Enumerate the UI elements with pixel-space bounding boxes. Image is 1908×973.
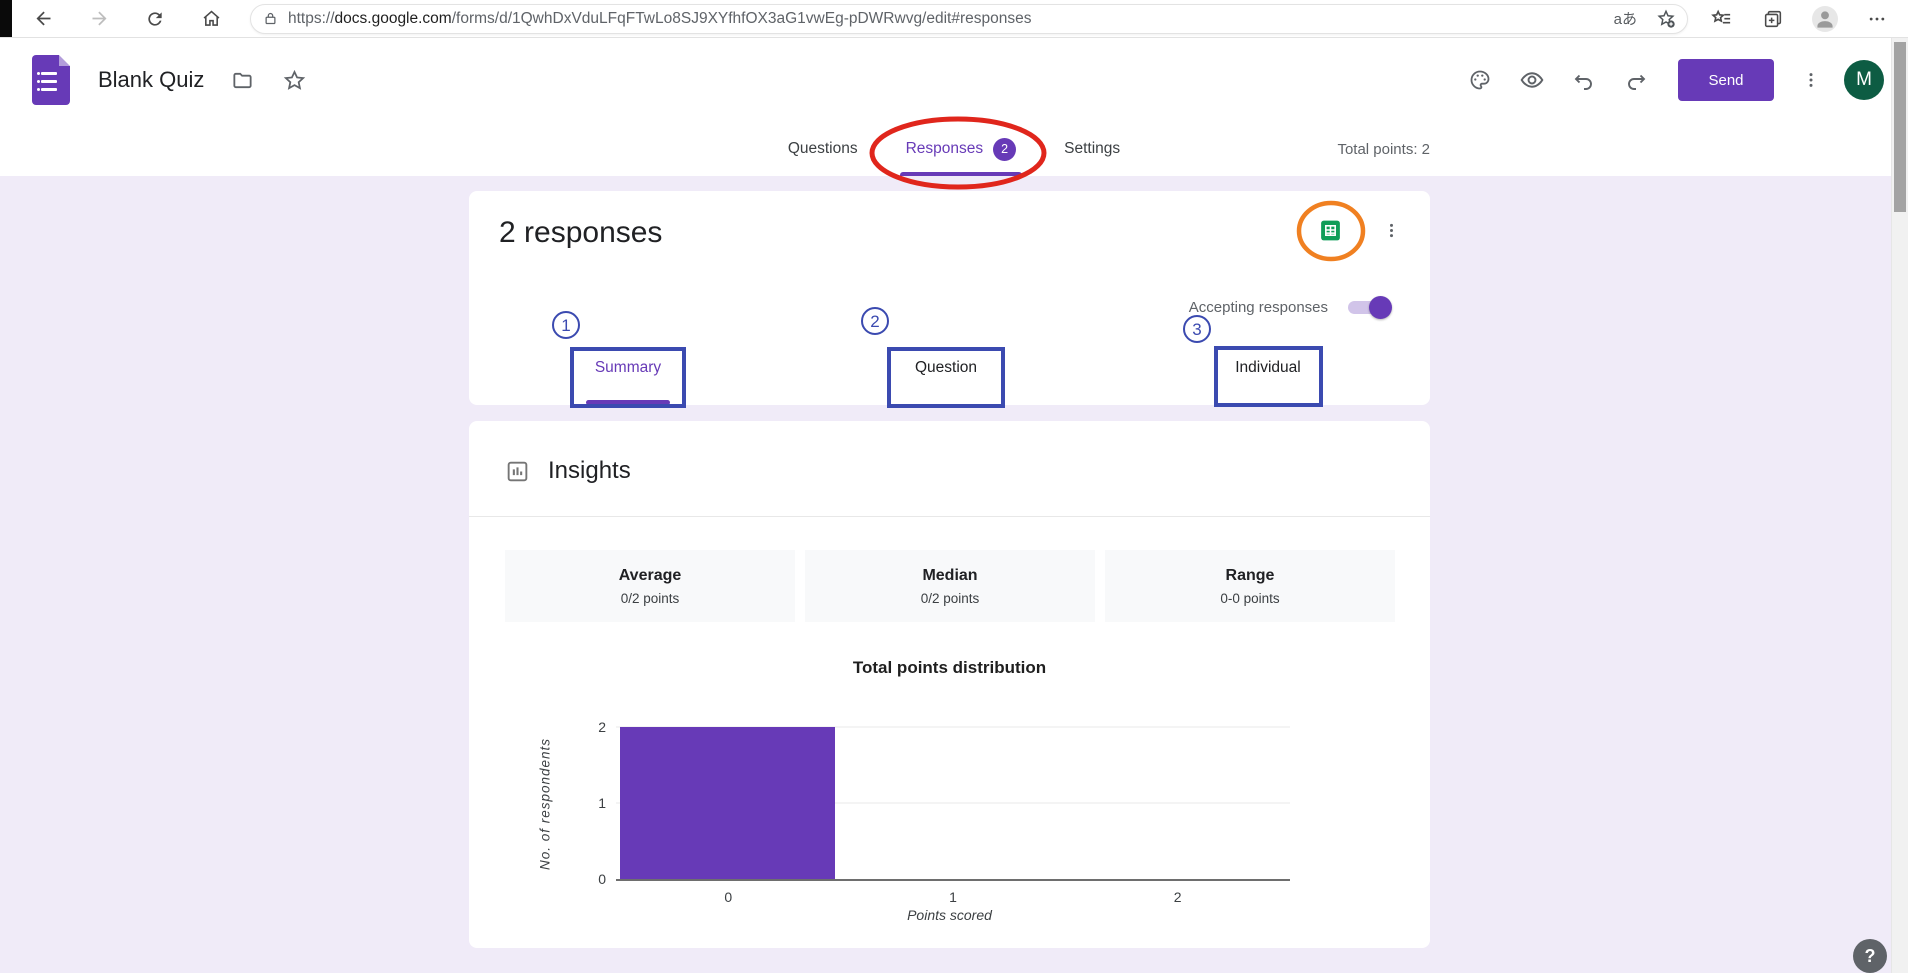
chart-x-axis-label: Points scored [469,907,1430,923]
stat-value: 0/2 points [621,591,680,606]
help-button[interactable]: ? [1853,939,1887,973]
responses-more-options-button[interactable] [1377,215,1405,245]
eye-icon [1519,67,1545,93]
browser-back-button[interactable] [26,4,60,34]
back-icon [33,8,54,29]
view-in-sheets-button[interactable] [1316,216,1344,244]
chart-y-axis-label: No. of respondents [538,738,553,870]
tab-responses[interactable]: Responses 2 [906,122,1017,176]
window-corner [0,0,12,37]
more-horizontal-icon [1867,9,1887,29]
google-forms-logo-icon [32,55,70,105]
summary-subtab-underline [586,400,670,405]
address-bar[interactable]: https://docs.google.com/forms/d/1QwhDxVd… [250,4,1688,34]
send-button[interactable]: Send [1678,59,1774,101]
browser-toolbar: https://docs.google.com/forms/d/1QwhDxVd… [0,0,1908,38]
stat-label: Median [922,567,977,585]
insights-chart-icon [505,459,530,484]
stat-label: Average [619,567,682,585]
form-nav-tabs: Questions Responses 2 Settings Total poi… [0,122,1908,176]
subtab-individual[interactable]: Individual [1235,359,1301,377]
stat-label: Range [1226,567,1275,585]
home-icon [201,8,222,29]
collections-button[interactable] [1756,4,1790,34]
collections-icon [1762,8,1784,30]
page-scrollbar[interactable] [1891,38,1908,973]
add-favorite-icon[interactable] [1655,8,1677,30]
google-sheets-icon [1318,218,1343,243]
form-title[interactable]: Blank Quiz [98,67,204,93]
tab-responses-label: Responses [906,140,984,158]
scrollbar-thumb[interactable] [1894,42,1906,212]
stat-value: 0/2 points [921,591,980,606]
stat-median: Median 0/2 points [805,550,1095,622]
url-text: https://docs.google.com/forms/d/1QwhDxVd… [288,10,1614,28]
tab-settings[interactable]: Settings [1064,122,1120,176]
favorites-bar-button[interactable] [1704,4,1738,34]
responses-count-badge: 2 [993,138,1016,161]
accepting-responses-label: Accepting responses [1189,299,1328,316]
redo-button[interactable] [1616,60,1656,100]
insights-card: Insights Average 0/2 points Median 0/2 p… [469,421,1430,948]
undo-icon [1572,68,1596,92]
redo-icon [1624,68,1648,92]
toggle-knob [1369,296,1392,319]
subtab-summary[interactable]: Summary [595,359,661,377]
points-distribution-chart: 012012 [616,727,1290,881]
stat-range: Range 0-0 points [1105,550,1395,622]
accepting-responses-control: Accepting responses [1189,299,1388,316]
score-stats-row: Average 0/2 points Median 0/2 points Ran… [505,550,1395,622]
form-more-options-button[interactable] [1796,60,1826,100]
translate-icon[interactable]: aあ [1614,8,1637,29]
tab-questions-label: Questions [788,140,858,158]
lock-icon [263,11,278,26]
responses-card: 2 responses Accepting responses Summary … [469,191,1430,405]
tab-questions[interactable]: Questions [788,122,858,176]
move-to-folder-button[interactable] [228,66,256,94]
refresh-icon [145,9,165,29]
browser-profile-button[interactable] [1808,4,1842,34]
undo-button[interactable] [1564,60,1604,100]
profile-avatar-icon [1812,6,1838,32]
star-button[interactable] [280,66,308,94]
divider [469,516,1430,517]
accepting-responses-toggle[interactable] [1348,301,1388,314]
browser-home-button[interactable] [194,4,228,34]
total-points-label: Total points: 2 [1337,122,1430,176]
insights-title: Insights [548,457,631,485]
stat-value: 0-0 points [1220,591,1279,606]
browser-menu-button[interactable] [1860,4,1894,34]
main-content: 2 responses Accepting responses Summary … [0,176,1891,973]
favorites-icon [1710,7,1733,30]
stat-average: Average 0/2 points [505,550,795,622]
customize-theme-button[interactable] [1460,60,1500,100]
preview-button[interactable] [1512,60,1552,100]
tab-settings-label: Settings [1064,140,1120,158]
kebab-vertical-icon [1382,221,1401,240]
account-avatar[interactable]: M [1844,60,1884,100]
kebab-vertical-icon [1801,70,1821,90]
form-header: Blank Quiz Send M [0,38,1908,122]
browser-forward-button[interactable] [82,4,116,34]
palette-icon [1468,68,1492,92]
forward-icon [89,8,110,29]
browser-refresh-button[interactable] [138,4,172,34]
responses-count-title: 2 responses [499,216,662,250]
chart-title: Total points distribution [469,658,1430,678]
subtab-question[interactable]: Question [915,359,977,377]
